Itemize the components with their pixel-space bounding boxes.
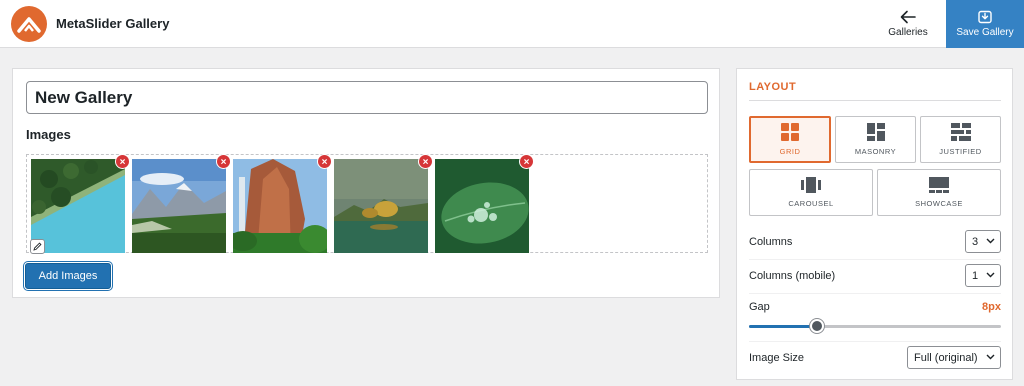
arrow-left-icon: [900, 10, 916, 24]
galleries-button[interactable]: Galleries: [876, 0, 940, 48]
save-gallery-button[interactable]: Save Gallery: [946, 0, 1024, 48]
columns-value: 3: [972, 235, 979, 248]
image-thumbnail-water-drops-leaf[interactable]: ×: [435, 154, 534, 253]
justified-icon: [950, 123, 971, 141]
chevron-down-icon: [986, 238, 995, 244]
image-size-label: Image Size: [749, 352, 805, 364]
image-thumbnail-mountain-valley[interactable]: ×: [132, 154, 231, 253]
image-thumbnail-aerial-forest-lake[interactable]: ×: [30, 154, 130, 254]
gap-value: 8px: [982, 301, 1001, 313]
save-download-icon: [978, 10, 992, 24]
layout-option-label: SHOWCASE: [915, 199, 963, 208]
grid-icon: [781, 123, 799, 141]
row-divider: [749, 293, 1001, 294]
gallery-title-input[interactable]: [26, 81, 708, 114]
layout-option-showcase[interactable]: SHOWCASE: [877, 169, 1001, 216]
columns-label: Columns: [749, 236, 793, 248]
columns-mobile-value: 1: [972, 269, 979, 282]
galleries-label: Galleries: [888, 27, 928, 38]
layout-option-label: CAROUSEL: [788, 199, 834, 208]
columns-mobile-label: Columns (mobile): [749, 270, 836, 282]
metaslider-logo: [11, 6, 47, 42]
chevron-down-icon: [986, 354, 995, 360]
top-bar: MetaSlider Gallery Galleries Save Galler…: [0, 0, 1024, 48]
add-images-button[interactable]: Add Images: [25, 263, 111, 289]
images-dropzone[interactable]: × × × × ×: [26, 154, 708, 254]
masonry-icon: [866, 123, 885, 141]
layout-option-label: JUSTIFIED: [939, 147, 982, 156]
layout-option-label: MASONRY: [854, 147, 897, 156]
heading-divider: [749, 100, 1001, 101]
gallery-editor-panel: Images ×: [12, 68, 720, 298]
image-thumbnail-misty-lake[interactable]: ×: [334, 154, 433, 253]
gap-slider-handle[interactable]: [810, 319, 825, 333]
remove-image-icon[interactable]: ×: [115, 154, 130, 169]
showcase-icon: [929, 177, 949, 193]
layout-heading: LAYOUT: [749, 81, 797, 93]
layout-option-carousel[interactable]: CAROUSEL: [749, 169, 873, 216]
gap-slider-fill: [749, 325, 818, 328]
images-heading: Images: [26, 127, 71, 142]
remove-image-icon[interactable]: ×: [317, 154, 332, 169]
remove-image-icon[interactable]: ×: [418, 154, 433, 169]
row-divider: [749, 341, 1001, 342]
carousel-icon: [801, 177, 821, 193]
layout-settings-panel: LAYOUT GRID MASONRY JUSTIFIED CAROUSEL S…: [736, 68, 1013, 380]
chevron-down-icon: [986, 272, 995, 278]
layout-option-grid[interactable]: GRID: [749, 116, 831, 163]
app-title: MetaSlider Gallery: [56, 16, 170, 31]
columns-select[interactable]: 3: [965, 230, 1001, 253]
edit-image-icon[interactable]: [30, 239, 45, 254]
columns-mobile-select[interactable]: 1: [965, 264, 1001, 287]
layout-option-masonry[interactable]: MASONRY: [835, 116, 916, 163]
row-divider: [749, 259, 1001, 260]
remove-image-icon[interactable]: ×: [519, 154, 534, 169]
image-thumbnail-canyon-waterfall[interactable]: ×: [233, 154, 332, 253]
layout-option-label: GRID: [779, 147, 801, 156]
layout-option-justified[interactable]: JUSTIFIED: [920, 116, 1001, 163]
image-size-select[interactable]: Full (original): [907, 346, 1001, 369]
gap-label: Gap: [749, 301, 770, 313]
image-size-value: Full (original): [914, 351, 978, 364]
remove-image-icon[interactable]: ×: [216, 154, 231, 169]
save-gallery-label: Save Gallery: [956, 27, 1014, 38]
gap-slider[interactable]: [749, 319, 1001, 333]
